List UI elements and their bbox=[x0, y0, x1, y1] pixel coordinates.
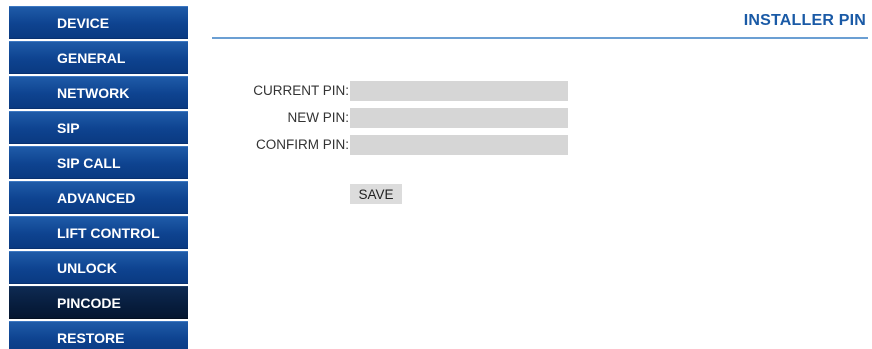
sidebar-item-restore[interactable]: RESTORE bbox=[9, 321, 188, 349]
sidebar-item-sip-call[interactable]: SIP CALL bbox=[9, 146, 188, 179]
save-button[interactable]: SAVE bbox=[350, 184, 402, 204]
sidebar-item-sip[interactable]: SIP bbox=[9, 111, 188, 144]
confirm-pin-field[interactable] bbox=[350, 135, 568, 155]
confirm-pin-row: CONFIRM PIN: bbox=[212, 135, 612, 155]
sidebar-item-unlock[interactable]: UNLOCK bbox=[9, 251, 188, 284]
page-title: INSTALLER PIN bbox=[743, 12, 866, 29]
confirm-pin-label: CONFIRM PIN: bbox=[256, 137, 349, 152]
current-pin-row: CURRENT PIN: bbox=[212, 81, 612, 101]
sidebar-nav: DEVICE GENERAL NETWORK SIP SIP CALL ADVA… bbox=[9, 6, 188, 349]
new-pin-field[interactable] bbox=[350, 108, 568, 128]
sidebar-item-network[interactable]: NETWORK bbox=[9, 76, 188, 109]
sidebar-item-general[interactable]: GENERAL bbox=[9, 41, 188, 74]
page: DEVICE GENERAL NETWORK SIP SIP CALL ADVA… bbox=[0, 0, 872, 349]
header-divider bbox=[212, 37, 868, 39]
new-pin-row: NEW PIN: bbox=[212, 108, 612, 128]
current-pin-field[interactable] bbox=[350, 81, 568, 101]
sidebar-item-device[interactable]: DEVICE bbox=[9, 6, 188, 39]
sidebar-item-advanced[interactable]: ADVANCED bbox=[9, 181, 188, 214]
current-pin-label: CURRENT PIN: bbox=[253, 83, 349, 98]
new-pin-label: NEW PIN: bbox=[287, 110, 349, 125]
sidebar-item-lift-control[interactable]: LIFT CONTROL bbox=[9, 216, 188, 249]
sidebar-item-pincode[interactable]: PINCODE bbox=[9, 286, 188, 319]
